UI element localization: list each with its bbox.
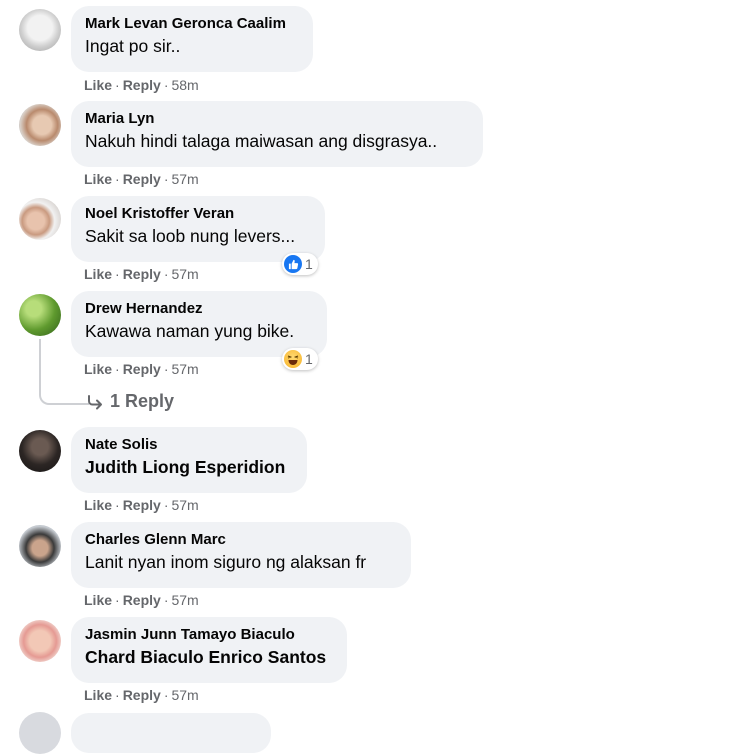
comment-timestamp[interactable]: 57m (171, 266, 198, 282)
comment-text: Lanit nyan inom siguro ng alaksan fr (85, 552, 367, 572)
view-replies-link[interactable]: 1 Reply (86, 391, 174, 412)
comment-bubble: Nate Solis Judith Liong Esperidion (71, 427, 307, 493)
like-icon (284, 255, 302, 273)
comment-bubble: Drew Hernandez Kawawa naman yung bike. (71, 291, 327, 357)
separator: · (115, 687, 120, 703)
separator: · (163, 592, 169, 608)
avatar[interactable] (19, 620, 61, 662)
like-button[interactable]: Like (84, 687, 112, 703)
comment-text: Kawawa naman yung bike. (85, 321, 295, 341)
comment-author[interactable]: Jasmin Junn Tamayo Biaculo (85, 625, 333, 645)
comment-author[interactable]: Charles Glenn Marc (85, 530, 397, 550)
reaction-number: 1 (305, 351, 313, 367)
comment-bubble: Jasmin Junn Tamayo Biaculo Chard Biaculo… (71, 617, 347, 683)
comment-timestamp[interactable]: 57m (171, 497, 198, 513)
avatar[interactable] (19, 104, 61, 146)
separator: · (163, 171, 169, 187)
reply-button[interactable]: Reply (123, 361, 161, 377)
comment-text: Nakuh hindi talaga maiwasan ang disgrasy… (85, 131, 438, 151)
like-button[interactable]: Like (84, 77, 112, 93)
comment-text[interactable]: Judith Liong Esperidion (85, 455, 293, 479)
comment-author[interactable]: Maria Lyn (85, 109, 469, 129)
comment-timestamp[interactable]: 57m (171, 592, 198, 608)
avatar[interactable] (19, 430, 61, 472)
reaction-number: 1 (305, 256, 313, 272)
reply-arrow-icon (86, 394, 104, 410)
comment-text: Sakit sa loob nung levers... (85, 226, 296, 246)
comment-actions: Like · Reply · 57m (84, 361, 199, 377)
comment-actions: Like · Reply · 57m (84, 171, 199, 187)
comment-author[interactable]: Mark Levan Geronca Caalim (85, 14, 299, 34)
separator: · (115, 171, 120, 187)
avatar[interactable] (19, 712, 61, 754)
separator: · (115, 266, 120, 282)
comment-text: Ingat po sir.. (85, 36, 181, 56)
comment-actions: Like · Reply · 57m (84, 592, 199, 608)
comment-author[interactable]: Nate Solis (85, 435, 293, 455)
comment-timestamp[interactable]: 57m (171, 361, 198, 377)
comment-timestamp[interactable]: 58m (171, 77, 198, 93)
comment-actions: Like · Reply · 57m (84, 687, 199, 703)
comment-bubble: Charles Glenn Marc Lanit nyan inom sigur… (71, 522, 411, 588)
reply-button[interactable]: Reply (123, 592, 161, 608)
reply-button[interactable]: Reply (123, 77, 161, 93)
reply-button[interactable]: Reply (123, 266, 161, 282)
haha-icon (284, 350, 302, 368)
separator: · (163, 497, 169, 513)
reply-count-label[interactable]: 1 Reply (110, 391, 174, 412)
like-button[interactable]: Like (84, 592, 112, 608)
avatar[interactable] (19, 294, 61, 336)
separator: · (115, 77, 120, 93)
comment-actions: Like · Reply · 57m (84, 497, 199, 513)
like-button[interactable]: Like (84, 266, 112, 282)
separator: · (163, 77, 169, 93)
comment-bubble: Maria Lyn Nakuh hindi talaga maiwasan an… (71, 101, 483, 167)
thread-connector (39, 339, 89, 405)
reply-button[interactable]: Reply (123, 497, 161, 513)
comment-bubble: Mark Levan Geronca Caalim Ingat po sir.. (71, 6, 313, 72)
comment-timestamp[interactable]: 57m (171, 687, 198, 703)
separator: · (115, 497, 120, 513)
comment-actions: Like · Reply · 58m (84, 77, 199, 93)
comment-timestamp[interactable]: 57m (171, 171, 198, 187)
separator: · (115, 361, 120, 377)
separator: · (163, 361, 169, 377)
comment-actions: Like · Reply · 57m (84, 266, 199, 282)
comment-text[interactable]: Chard Biaculo Enrico Santos (85, 645, 333, 669)
like-button[interactable]: Like (84, 497, 112, 513)
reaction-count[interactable]: 1 (282, 253, 318, 275)
comment-bubble (71, 713, 271, 753)
comment-author[interactable]: Noel Kristoffer Veran (85, 204, 311, 224)
separator: · (115, 592, 120, 608)
avatar[interactable] (19, 525, 61, 567)
separator: · (163, 266, 169, 282)
reaction-count[interactable]: 1 (282, 348, 318, 370)
avatar[interactable] (19, 198, 61, 240)
comment-author[interactable]: Drew Hernandez (85, 299, 313, 319)
separator: · (163, 687, 169, 703)
avatar[interactable] (19, 9, 61, 51)
comment-bubble: Noel Kristoffer Veran Sakit sa loob nung… (71, 196, 325, 262)
reply-button[interactable]: Reply (123, 171, 161, 187)
reply-button[interactable]: Reply (123, 687, 161, 703)
like-button[interactable]: Like (84, 171, 112, 187)
